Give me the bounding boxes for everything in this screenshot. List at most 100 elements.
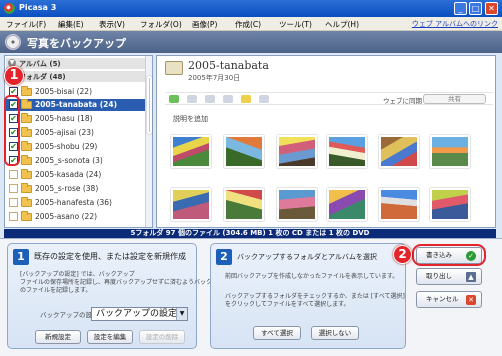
folder-row[interactable]: ✔ 2005_s-sonota (3): [6, 155, 151, 167]
photo-thumbnail[interactable]: [327, 188, 367, 221]
folder-list-panel: ▼ アルバム (5) ▼ フォルダ (48) ✔ 2005-bisai (22)…: [4, 55, 153, 228]
step2-text2-line1: バックアップするフォルダをチェックするか、または [すべて選択]: [225, 293, 405, 300]
page-header: 写真をバックアップ: [0, 31, 502, 53]
folder-row[interactable]: ✔ 2005-shobu (29): [6, 141, 151, 153]
folder-name: 2005-bisai (22): [35, 87, 93, 96]
photo-thumbnail[interactable]: [379, 188, 419, 221]
window-title: Picasa 3: [19, 3, 57, 12]
folder-name: 2005-asano (22): [35, 212, 98, 221]
maximize-button[interactable]: □: [469, 2, 482, 15]
folder-row[interactable]: ✔ 2005-hasu (18): [6, 113, 151, 125]
export-icon[interactable]: [259, 95, 269, 103]
play-slideshow-icon[interactable]: [169, 95, 179, 103]
step2-panel: 2 バックアップするフォルダとアルバムを選択 前回バックアップを作成しなかったフ…: [210, 243, 406, 349]
album-toolbar: ウェブに同期 共有: [165, 92, 493, 105]
folder-name: 2005-ajisai (23): [35, 128, 94, 137]
collage-icon[interactable]: [187, 95, 197, 103]
photo-thumbnail[interactable]: [224, 135, 264, 168]
share-button[interactable]: 共有: [423, 94, 486, 104]
folder-row[interactable]: 2005_s-rose (38): [6, 183, 151, 195]
folder-row[interactable]: 2005-kasada (24): [6, 169, 151, 181]
callout-badge-1: 1: [4, 66, 24, 86]
backup-setting-label: バックアップの設定: [40, 311, 99, 319]
photo-thumbnail[interactable]: [379, 135, 419, 168]
step2-text1: 前回バックアップを作成しなかったファイルを表示しています。: [225, 273, 399, 280]
album-view-panel: 2005-tanabata 2005年7月30日 ウェブに同期 共有 説明を追加: [156, 55, 496, 228]
new-setting-button[interactable]: 新規設定: [35, 330, 81, 344]
minimize-button[interactable]: _: [454, 2, 467, 15]
eject-icon: ▲: [466, 272, 476, 282]
cd-disc-icon: [5, 34, 21, 50]
albums-section-label: アルバム (5): [19, 60, 61, 68]
title-bar: Picasa 3 _ □ ✕: [0, 0, 502, 17]
folder-list-scrollbar[interactable]: [145, 56, 152, 227]
folder-checkbox[interactable]: [9, 212, 18, 221]
select-none-button[interactable]: 選択しない: [311, 326, 359, 340]
folder-row[interactable]: 2005-hanafesta (36): [6, 197, 151, 209]
folder-row-selected[interactable]: ✔ 2005-tanabata (24): [6, 99, 151, 111]
scrollbar-thumb[interactable]: [147, 76, 152, 134]
star-icon[interactable]: [241, 95, 251, 103]
step1-description-line3: のファイルを記録します。: [20, 287, 92, 294]
folder-icon: [21, 169, 32, 179]
folder-icon: [21, 99, 32, 109]
folder-icon: [21, 155, 32, 165]
folder-name: 2005_s-rose (38): [35, 184, 99, 193]
callout-highlight-checkboxes: [4, 95, 20, 166]
folder-checkbox[interactable]: [9, 184, 18, 193]
backup-setting-value: バックアップの設定: [96, 309, 178, 319]
people-icon[interactable]: [223, 95, 233, 103]
albums-section-header[interactable]: ▼ アルバム (5): [6, 58, 151, 69]
callout-highlight-burn-button: [412, 244, 486, 266]
menu-picture[interactable]: 画像(P): [192, 19, 217, 30]
folder-name: 2005-tanabata (24): [35, 100, 118, 109]
chevron-down-icon: ▼: [176, 308, 187, 320]
folder-row[interactable]: ✔ 2005-ajisai (23): [6, 127, 151, 139]
web-album-link[interactable]: ウェブ アルバムへのリンク: [412, 19, 498, 29]
photo-thumbnail[interactable]: [171, 135, 211, 168]
folder-name: 2005-shobu (29): [35, 142, 98, 151]
step1-title: 既存の設定を使用、または設定を新規作成: [34, 252, 186, 261]
folder-icon: [21, 183, 32, 193]
folder-checkbox[interactable]: [9, 198, 18, 207]
menu-view[interactable]: 表示(V): [99, 19, 125, 30]
picasa-window: Picasa 3 _ □ ✕ ファイル(F) 編集(E) 表示(V) フォルダ(…: [0, 0, 502, 356]
folder-name: 2005_s-sonota (3): [35, 156, 103, 165]
album-title: 2005-tanabata: [188, 59, 269, 72]
menu-bar: ファイル(F) 編集(E) 表示(V) フォルダ(O) 画像(P) 作成(C) …: [0, 17, 502, 31]
photo-thumbnail[interactable]: [224, 188, 264, 221]
photo-thumbnail[interactable]: [430, 188, 470, 221]
menu-folder[interactable]: フォルダ(O): [140, 19, 182, 30]
photo-thumbnail[interactable]: [171, 188, 211, 221]
close-button[interactable]: ✕: [485, 2, 498, 15]
folders-section-header[interactable]: ▼ フォルダ (48): [6, 71, 151, 82]
step1-number: 1: [13, 249, 29, 265]
step2-text2-line2: をクリックしてファイルをすべて選択します。: [225, 301, 350, 308]
eject-button-label: 取り出し: [426, 272, 452, 280]
folder-row[interactable]: 2005-asano (22): [6, 211, 151, 223]
photo-thumbnail[interactable]: [277, 135, 317, 168]
photo-thumbnail[interactable]: [327, 135, 367, 168]
album-description-field[interactable]: 説明を追加: [173, 114, 208, 124]
map-icon[interactable]: [205, 95, 215, 103]
select-all-button[interactable]: すべて選択: [253, 326, 301, 340]
photo-thumbnail[interactable]: [430, 135, 470, 168]
edit-setting-button[interactable]: 設定を編集: [87, 330, 133, 344]
folder-row[interactable]: ✔ 2005-bisai (22): [6, 86, 151, 98]
folder-name: 2005-hasu (18): [35, 114, 93, 123]
folder-icon: [21, 113, 32, 123]
folder-icon: [165, 61, 183, 75]
backup-setting-select[interactable]: バックアップの設定 ▼: [91, 307, 188, 321]
menu-tools[interactable]: ツール(T): [279, 19, 312, 30]
photo-thumbnail[interactable]: [277, 188, 317, 221]
menu-help[interactable]: ヘルプ(H): [325, 19, 359, 30]
folder-checkbox[interactable]: [9, 170, 18, 179]
menu-file[interactable]: ファイル(F): [6, 19, 46, 30]
step1-description-line2: ファイルの保存場所を記録し、再度バックアップせずに済むようバックアップ済み: [20, 279, 243, 286]
eject-button[interactable]: 取り出し ▲: [416, 268, 482, 285]
menu-edit[interactable]: 編集(E): [58, 19, 84, 30]
menu-create[interactable]: 作成(C): [235, 19, 261, 30]
cancel-button[interactable]: キャンセル ✕: [416, 291, 482, 308]
folders-section-label: フォルダ (48): [19, 73, 66, 81]
delete-setting-button[interactable]: 設定の削除: [139, 330, 185, 344]
